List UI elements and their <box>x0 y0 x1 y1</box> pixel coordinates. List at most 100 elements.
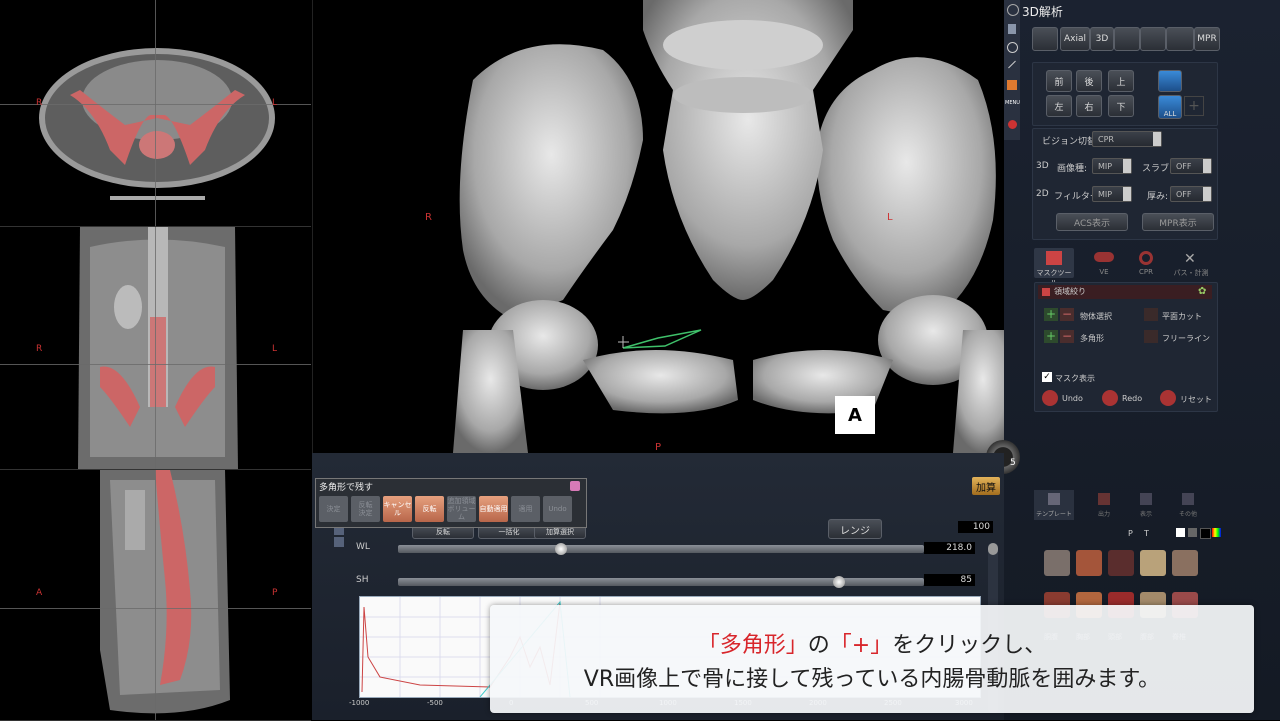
orient-front-button[interactable]: 前 <box>1046 70 1072 92</box>
plane-cut-icon[interactable] <box>1144 308 1158 321</box>
orient-bottom-button[interactable]: 下 <box>1108 95 1134 117</box>
person-icon[interactable] <box>1158 70 1182 92</box>
tab-display[interactable]: 表示 <box>1126 490 1166 520</box>
orient-back-button[interactable]: 後 <box>1076 70 1102 92</box>
stop-icon[interactable] <box>1008 120 1017 129</box>
caption-plus-term: 「+」 <box>829 633 893 658</box>
home-icon[interactable] <box>1007 80 1017 90</box>
region-header: 領域絞り ✿ <box>1038 285 1212 299</box>
zoom-tool-icon[interactable] <box>1007 42 1018 53</box>
color-swatch-white[interactable] <box>1176 528 1185 537</box>
preset-thumb-chest[interactable] <box>1076 550 1102 576</box>
dialog-close-icon[interactable] <box>570 481 580 491</box>
layout-3d-button[interactable]: 3D <box>1090 27 1114 51</box>
tab-path-measure[interactable]: ✕ パス・計測 <box>1168 248 1214 278</box>
object-select-remove-button[interactable]: − <box>1060 308 1074 321</box>
coronal-viewport[interactable]: R L <box>0 227 311 470</box>
side-icon-b[interactable] <box>334 537 344 547</box>
preset-thumb-lung[interactable] <box>1044 550 1070 576</box>
orient-top-button[interactable]: 上 <box>1108 70 1134 92</box>
orient-right-button[interactable]: 右 <box>1076 95 1102 117</box>
p-label[interactable]: P <box>1128 529 1133 538</box>
layout-split-b-button[interactable] <box>1140 27 1166 51</box>
display-icon <box>1140 493 1152 505</box>
preset-thumb-vessel[interactable] <box>1108 550 1134 576</box>
popup-apply-button[interactable]: 適用 <box>511 496 540 522</box>
wl-slider-knob[interactable] <box>555 543 567 555</box>
freeline-icon[interactable] <box>1144 330 1158 343</box>
wl-slider[interactable] <box>398 545 924 553</box>
object-select-label: 物体選択 <box>1080 312 1112 321</box>
polygon-keep-dialog: 多角形で残す 決定 反転 決定 キャンセル 反転 追加領域 ボリューム 自動適用… <box>315 478 587 528</box>
reset-all-button[interactable]: ALL <box>1158 95 1182 119</box>
popup-invert-decide-button[interactable]: 反転 決定 <box>351 496 380 522</box>
vr-3d-viewport[interactable]: R L P A <box>312 0 1005 453</box>
mpr-display-button[interactable]: MPR表示 <box>1142 213 1214 231</box>
pen-tool-icon[interactable] <box>1008 24 1016 34</box>
vertical-tool-strip: MENU <box>1004 0 1020 140</box>
line-tool-icon[interactable] <box>1008 60 1016 69</box>
tab-template[interactable]: テンプレート <box>1034 490 1074 520</box>
tab-cpr[interactable]: CPR <box>1126 248 1166 278</box>
tab-other[interactable]: その他 <box>1168 490 1208 520</box>
popup-auto-apply-button[interactable]: 自動適用 <box>479 496 508 522</box>
popup-decide-button[interactable]: 決定 <box>319 496 348 522</box>
t-label[interactable]: T <box>1144 529 1149 538</box>
color-swatch-black[interactable] <box>1200 528 1211 539</box>
layout-axial-button[interactable]: Axial <box>1060 27 1090 51</box>
thickness-select[interactable]: OFF <box>1170 186 1212 202</box>
add-button[interactable]: 加算 <box>972 477 1000 495</box>
vertical-scroll-thumb[interactable] <box>988 543 998 555</box>
axial-viewport[interactable]: R L <box>0 0 311 227</box>
image-type-select[interactable]: MIP <box>1092 158 1132 174</box>
preset-thumb-bone[interactable] <box>1140 550 1166 576</box>
layout-grid-button[interactable] <box>1032 27 1058 51</box>
slab-select[interactable]: OFF <box>1170 158 1212 174</box>
orient-left-button[interactable]: 左 <box>1046 95 1072 117</box>
tab-display-label: 表示 <box>1139 511 1152 518</box>
menu-icon[interactable]: MENU <box>1005 100 1020 106</box>
redo-label[interactable]: Redo <box>1122 394 1142 403</box>
range-button[interactable]: レンジ <box>828 519 882 539</box>
tab-ve[interactable]: VE <box>1084 248 1124 278</box>
polygon-remove-button[interactable]: − <box>1060 330 1074 343</box>
tab-output[interactable]: 出力 <box>1084 490 1124 520</box>
slab-value: OFF <box>1176 161 1192 171</box>
sh-slider-knob[interactable] <box>833 576 845 588</box>
add-view-icon[interactable]: + <box>1184 96 1204 116</box>
reset-label[interactable]: リセット <box>1180 394 1212 405</box>
vision-select[interactable]: CPR <box>1092 131 1162 147</box>
vision-label: ビジョン切替: <box>1042 137 1100 147</box>
sh-slider[interactable] <box>398 578 924 586</box>
filter-select[interactable]: MIP <box>1092 186 1132 202</box>
freeline-label[interactable]: フリーライン <box>1162 333 1210 344</box>
color-swatch-gray[interactable] <box>1188 528 1197 537</box>
object-select-add-button[interactable]: + <box>1044 308 1058 321</box>
settings-gear-icon[interactable]: ✿ <box>1198 286 1206 297</box>
acs-display-button[interactable]: ACS表示 <box>1056 213 1128 231</box>
redo-icon[interactable] <box>1102 390 1118 406</box>
undo-label[interactable]: Undo <box>1062 394 1083 403</box>
sh-value[interactable]: 85 <box>924 574 975 586</box>
layout-mpr-button[interactable]: MPR <box>1194 27 1220 51</box>
undo-icon[interactable] <box>1042 390 1058 406</box>
tab-mask-tool[interactable]: マスクツール <box>1034 248 1074 287</box>
preset-thumb-skin[interactable] <box>1172 550 1198 576</box>
reset-icon[interactable] <box>1160 390 1176 406</box>
sagittal-viewport[interactable]: A P <box>0 470 311 721</box>
layout-split-c-button[interactable] <box>1166 27 1194 51</box>
plane-cut-label[interactable]: 平面カット <box>1162 311 1202 322</box>
popup-invert-button[interactable]: 反転 <box>415 496 444 522</box>
wl-value[interactable]: 218.0 <box>924 542 975 554</box>
popup-undo-button[interactable]: Undo <box>543 496 572 522</box>
color-swatch-rainbow[interactable] <box>1212 528 1221 537</box>
popup-add-region-button[interactable]: 追加領域 ボリューム <box>447 496 476 522</box>
popup-cancel-button[interactable]: キャンセル <box>383 496 412 522</box>
layout-split-a-button[interactable] <box>1114 27 1140 51</box>
mask-display-checkbox[interactable]: ✓ <box>1042 372 1052 382</box>
polygon-add-button[interactable]: + <box>1044 330 1058 343</box>
tab-other-label: その他 <box>1178 511 1197 518</box>
range-value[interactable]: 100 <box>958 521 993 533</box>
move-tool-icon[interactable] <box>1007 4 1019 16</box>
axial-r-label: R <box>36 98 43 108</box>
